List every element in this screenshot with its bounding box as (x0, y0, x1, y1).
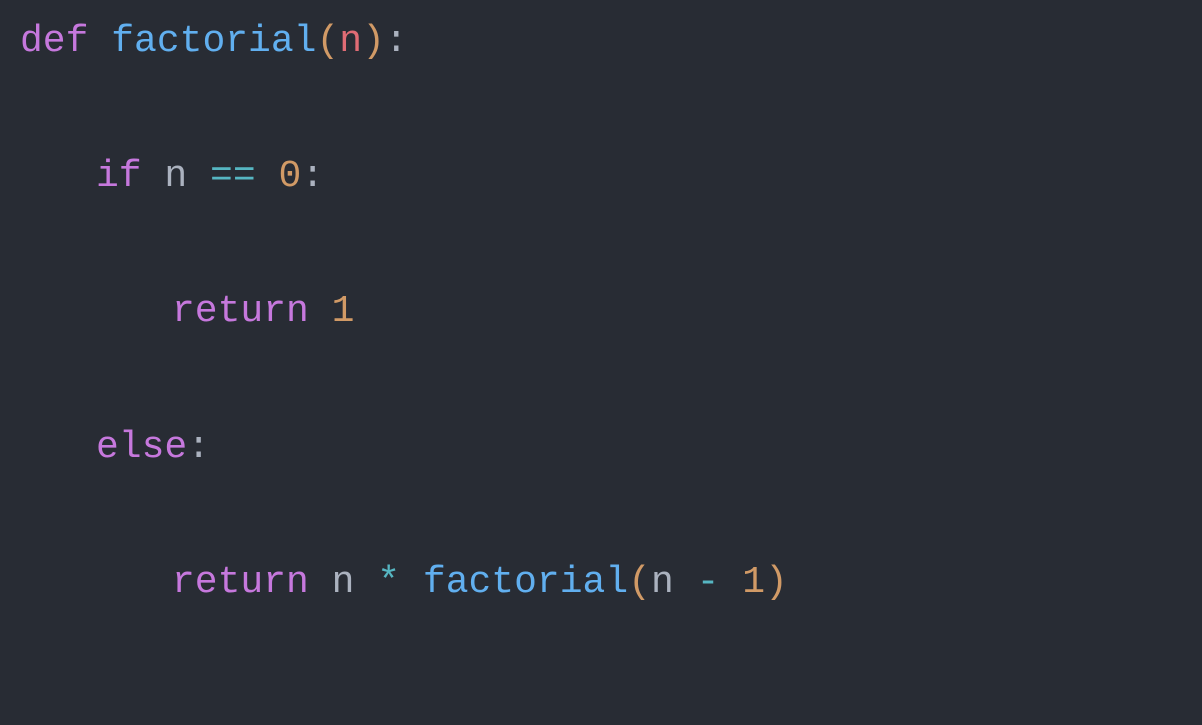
keyword-return: return (172, 561, 309, 604)
code-line-4: else: (20, 421, 1182, 474)
keyword-def: def (20, 20, 88, 63)
colon: : (301, 155, 324, 198)
paren-close: ) (765, 561, 788, 604)
colon: : (187, 426, 210, 469)
paren-close: ) (362, 20, 385, 63)
code-line-3: return 1 (20, 285, 1182, 338)
space (674, 561, 697, 604)
variable: n (651, 561, 674, 604)
number-zero: 0 (278, 155, 301, 198)
space (719, 561, 742, 604)
operator-eq: == (210, 155, 256, 198)
keyword-else: else (96, 426, 187, 469)
space (187, 155, 210, 198)
paren-open: ( (628, 561, 651, 604)
parameter: n (339, 20, 362, 63)
space (142, 155, 165, 198)
code-editor[interactable]: def factorial(n): if n == 0: return 1 el… (20, 15, 1182, 609)
function-call: factorial (423, 561, 628, 604)
keyword-return: return (172, 290, 309, 333)
keyword-if: if (96, 155, 142, 198)
variable: n (332, 561, 355, 604)
code-line-2: if n == 0: (20, 150, 1182, 203)
function-name: factorial (111, 20, 316, 63)
colon: : (385, 20, 408, 63)
code-line-1: def factorial(n): (20, 15, 1182, 68)
space (309, 561, 332, 604)
paren-open: ( (316, 20, 339, 63)
number-one: 1 (332, 290, 355, 333)
space (309, 290, 332, 333)
variable: n (164, 155, 187, 198)
operator-minus: - (697, 561, 720, 604)
space (400, 561, 423, 604)
space (88, 20, 111, 63)
operator-mul: * (377, 561, 400, 604)
code-line-5: return n * factorial(n - 1) (20, 556, 1182, 609)
space (354, 561, 377, 604)
space (256, 155, 279, 198)
number-one: 1 (742, 561, 765, 604)
